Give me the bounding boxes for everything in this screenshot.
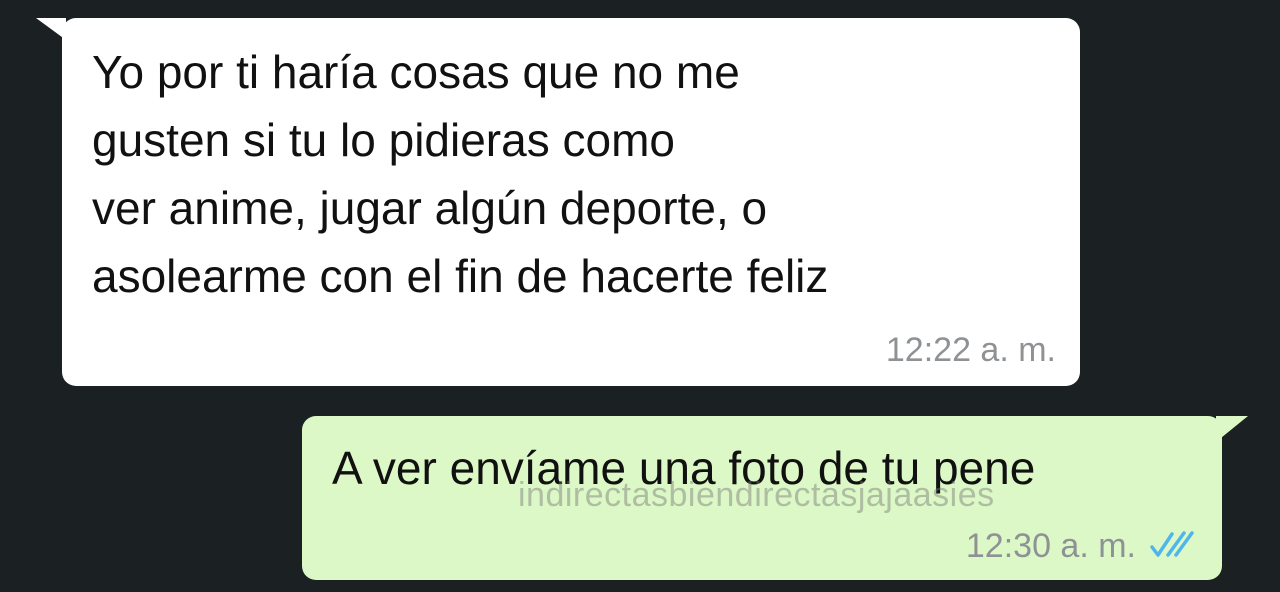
incoming-message-text: Yo por ti haría cosas que no me gusten s… [92, 46, 829, 302]
incoming-message-bubble[interactable]: Yo por ti haría cosas que no me gusten s… [62, 18, 1080, 386]
outgoing-message-time: 12:30 a. m. [965, 527, 1136, 565]
incoming-message-time: 12:22 a. m. [885, 331, 1056, 369]
double-check-read-icon [1150, 531, 1194, 557]
outgoing-message-bubble[interactable]: A ver envíame una foto de tu pene indire… [302, 416, 1222, 580]
watermark-text: indirectasbiendirectasjajaasies [518, 476, 995, 514]
